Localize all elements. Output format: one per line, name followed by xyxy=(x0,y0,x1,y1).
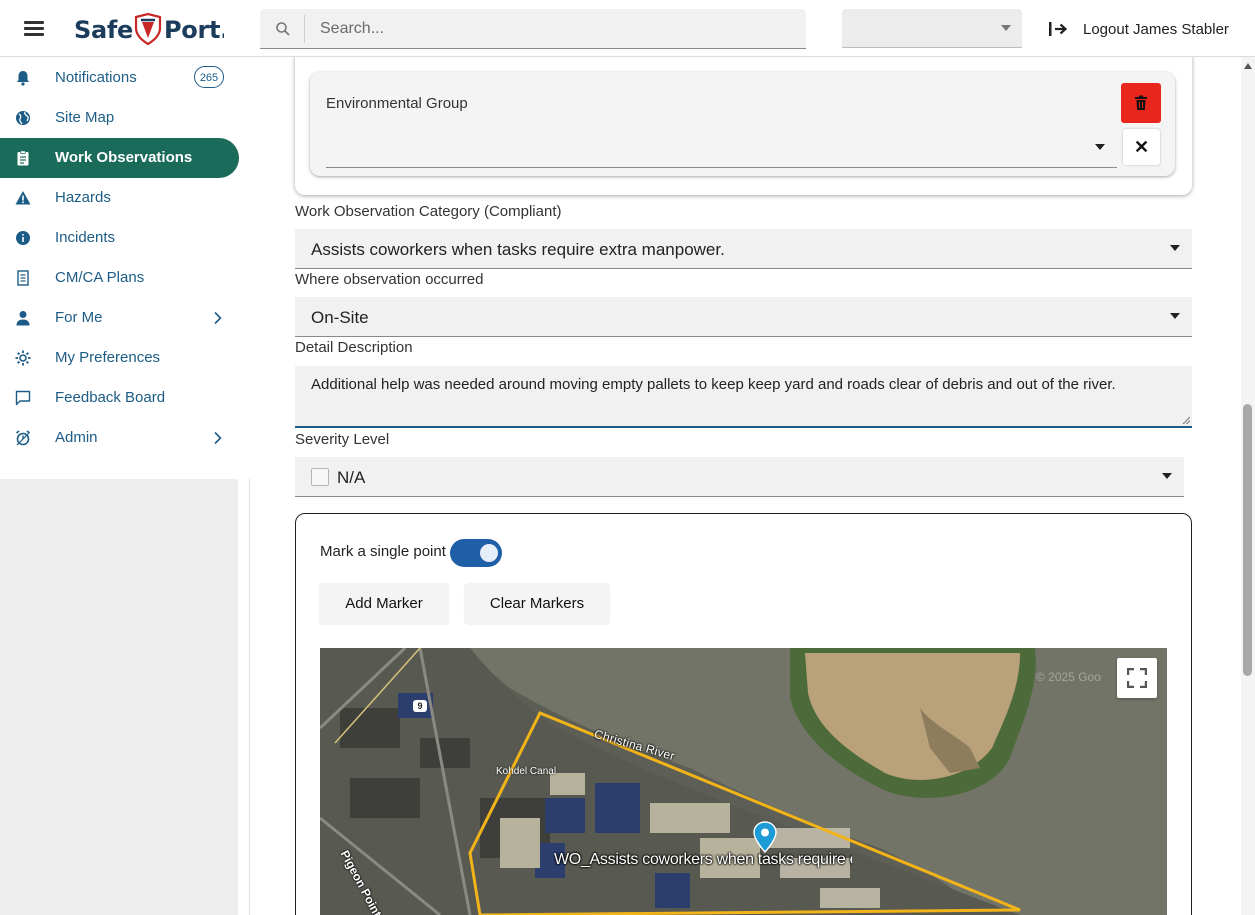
logout-label: Logout James Stabler xyxy=(1083,20,1229,38)
search-box[interactable] xyxy=(260,9,806,49)
person-icon xyxy=(16,311,30,326)
search-divider xyxy=(304,15,305,43)
sidebar-item-for-me[interactable]: For Me xyxy=(0,298,239,338)
sidebar-item-admin[interactable]: Admin xyxy=(0,418,239,458)
fullscreen-button[interactable] xyxy=(1117,658,1157,698)
scroll-up-arrow-icon[interactable] xyxy=(1244,63,1252,69)
canal-label: Kohdel Canal xyxy=(496,766,557,777)
scrollbar-thumb[interactable] xyxy=(1243,404,1252,676)
map-copyright: © 2025 Goo xyxy=(1036,670,1101,684)
sidebar-item-cmca-plans[interactable]: CM/CA Plans xyxy=(0,258,239,298)
category-select[interactable]: Assists coworkers when tasks require ext… xyxy=(295,229,1192,269)
severity-label: Severity Level xyxy=(295,431,390,448)
location-value: On-Site xyxy=(311,308,369,327)
bell-icon xyxy=(17,71,29,86)
logout-button[interactable]: Logout James Stabler xyxy=(1048,14,1229,44)
sidebar-item-label: Site Map xyxy=(55,109,115,126)
location-select[interactable]: On-Site xyxy=(295,297,1192,337)
description-textarea[interactable]: Additional help was needed around moving… xyxy=(295,366,1192,428)
sidebar-item-site-map[interactable]: Site Map xyxy=(0,98,239,138)
clipboard-icon xyxy=(17,150,29,166)
severity-select[interactable]: N/A xyxy=(295,457,1184,497)
chevron-down-icon xyxy=(1001,25,1011,31)
gear-icon xyxy=(15,350,31,366)
sidebar-item-label: Feedback Board xyxy=(55,389,166,406)
sidebar-item-label: Admin xyxy=(55,429,98,446)
sidebar-item-label: My Preferences xyxy=(55,349,161,366)
menu-icon[interactable] xyxy=(24,18,44,38)
safeport-logo: Safe Port. xyxy=(74,12,224,46)
search-icon xyxy=(276,22,290,36)
resize-handle-icon[interactable] xyxy=(1182,416,1190,424)
notification-count-badge: 265 xyxy=(194,66,224,88)
chat-icon xyxy=(15,390,31,406)
warning-icon xyxy=(15,191,31,205)
delete-group-button[interactable] xyxy=(1121,83,1161,123)
sidebar-empty-area xyxy=(0,479,238,915)
sidebar-item-label: Work Observations xyxy=(55,149,193,166)
sidebar-nav: Notifications 265 Site Map Work Observat… xyxy=(0,57,250,479)
svg-text:Port.: Port. xyxy=(164,16,224,44)
document-icon xyxy=(17,270,29,286)
top-bar: Safe Port. Logout James Stabler xyxy=(0,0,1255,57)
severity-checkbox[interactable] xyxy=(311,468,329,486)
chevron-down-icon xyxy=(1170,245,1180,251)
sidebar-item-feedback-board[interactable]: Feedback Board xyxy=(0,378,239,418)
location-label: Where observation occurred xyxy=(295,271,484,288)
clear-markers-button[interactable]: Clear Markers xyxy=(465,584,609,624)
chevron-right-icon xyxy=(214,431,222,445)
sidebar-item-label: CM/CA Plans xyxy=(55,269,145,286)
logout-icon xyxy=(1049,22,1068,36)
sidebar-item-my-preferences[interactable]: My Preferences xyxy=(0,338,239,378)
sidebar-item-hazards[interactable]: Hazards xyxy=(0,178,239,218)
chevron-down-icon xyxy=(1170,313,1180,319)
sidebar-item-notifications[interactable]: Notifications 265 xyxy=(0,58,239,98)
main-content: Environmental Group ✕ Work Observation C… xyxy=(251,57,1241,915)
globe-icon xyxy=(16,111,30,125)
map-imagery xyxy=(320,648,1167,915)
sidebar-item-label: Incidents xyxy=(55,229,116,246)
category-value: Assists coworkers when tasks require ext… xyxy=(311,240,725,259)
chevron-down-icon xyxy=(1095,144,1105,150)
chevron-down-icon xyxy=(1162,473,1172,479)
severity-value: N/A xyxy=(337,468,366,487)
app-logo[interactable]: Safe Port. xyxy=(74,12,224,46)
single-point-toggle[interactable] xyxy=(450,539,502,567)
chevron-right-icon xyxy=(214,311,222,325)
toggle-knob xyxy=(480,544,498,562)
fullscreen-icon xyxy=(1127,668,1147,688)
admin-icon xyxy=(16,430,30,446)
sidebar-item-label: For Me xyxy=(55,309,103,326)
marker-label: WO_Assists coworkers when tasks require … xyxy=(554,851,852,868)
single-point-toggle-label: Mark a single point xyxy=(320,543,446,560)
site-select[interactable] xyxy=(842,9,1022,48)
svg-text:Safe: Safe xyxy=(74,16,133,44)
category-label: Work Observation Category (Compliant) xyxy=(295,203,562,220)
trash-icon xyxy=(1135,95,1147,110)
environmental-group-title: Environmental Group xyxy=(326,95,468,112)
info-icon xyxy=(16,231,30,245)
page-scrollbar[interactable] xyxy=(1241,57,1255,915)
satellite-map[interactable]: © 2025 Goo 9 Christina River Kohdel Cana… xyxy=(320,648,1167,915)
environmental-group-select[interactable] xyxy=(326,127,1117,168)
route-shield: 9 xyxy=(413,700,427,712)
description-value: Additional help was needed around moving… xyxy=(311,376,1116,393)
sidebar-item-incidents[interactable]: Incidents xyxy=(0,218,239,258)
clear-selection-button[interactable]: ✕ xyxy=(1123,129,1160,165)
sidebar-item-label: Hazards xyxy=(55,189,111,206)
sidebar-item-label: Notifications xyxy=(55,69,137,86)
search-input[interactable] xyxy=(318,9,792,49)
close-icon: ✕ xyxy=(1133,137,1150,157)
map-marker-icon[interactable] xyxy=(753,821,777,853)
add-marker-button[interactable]: Add Marker xyxy=(320,584,448,624)
sidebar-item-work-observations[interactable]: Work Observations xyxy=(0,138,239,178)
sidebar: Notifications 265 Site Map Work Observat… xyxy=(0,57,250,915)
description-label: Detail Description xyxy=(295,339,413,356)
